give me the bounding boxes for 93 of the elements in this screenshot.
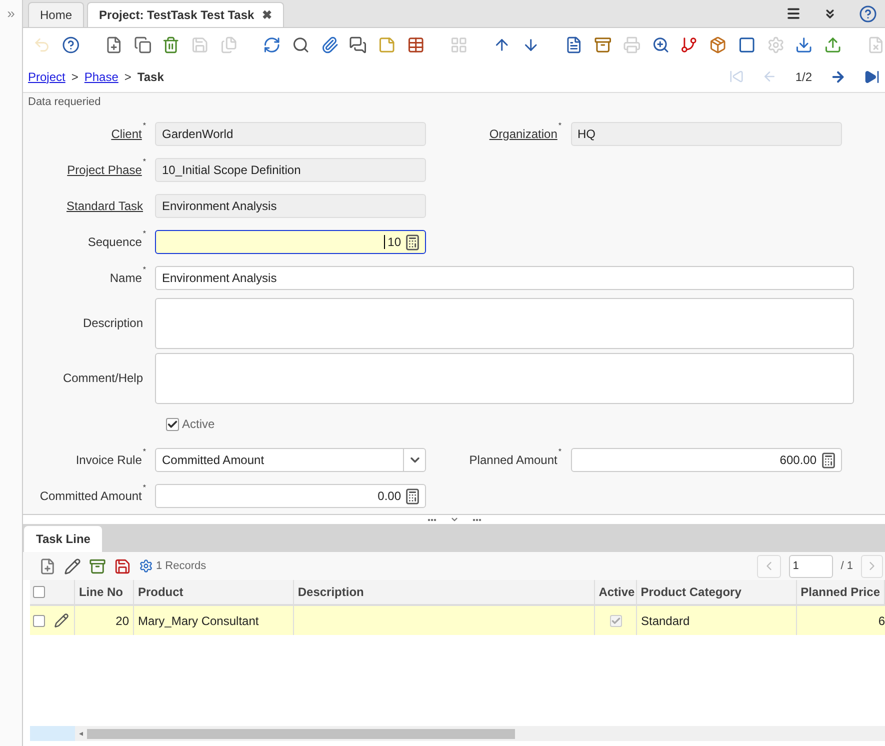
table-cell: 20 — [75, 606, 134, 635]
gear-icon[interactable] — [139, 559, 153, 573]
window-tab[interactable]: Project: TestTask Test Task ✖ — [87, 2, 284, 27]
new-record-icon[interactable] — [39, 558, 56, 574]
field-label[interactable]: Project Phase — [67, 161, 142, 179]
readonly-field: Environment Analysis — [155, 194, 426, 218]
new-document-icon[interactable] — [105, 34, 123, 54]
breadcrumb-link[interactable]: Project — [28, 68, 66, 86]
calculator-icon[interactable] — [820, 452, 836, 468]
zoom-icon[interactable] — [652, 34, 670, 54]
scroll-left-arrow[interactable]: ◂ — [79, 728, 83, 740]
column-header[interactable]: Product Category — [636, 580, 797, 604]
next-record-icon[interactable] — [830, 68, 846, 84]
select-all-checkbox[interactable] — [32, 586, 45, 598]
field-label: Name — [110, 270, 142, 287]
upload-icon[interactable] — [824, 34, 842, 54]
required-mark: * — [558, 122, 562, 130]
help-icon[interactable] — [62, 34, 80, 54]
calculator-icon[interactable] — [404, 234, 421, 250]
readonly-field: GardenWorld — [155, 122, 426, 146]
window-tab[interactable]: Home — [28, 2, 84, 27]
save-icon[interactable] — [114, 558, 131, 574]
workflow-icon[interactable] — [680, 34, 698, 54]
field-label: Comment/Help — [62, 370, 143, 387]
record-position: 1/2 — [795, 68, 812, 86]
column-header[interactable]: Planned Price — [796, 580, 885, 604]
paperclip-icon[interactable] — [320, 34, 338, 54]
square-icon[interactable] — [738, 34, 756, 54]
dropdown-field[interactable]: Committed Amount — [155, 448, 426, 472]
horizontal-scrollbar[interactable]: ◂ — [75, 726, 885, 741]
field-label[interactable]: Organization — [489, 125, 558, 143]
scrollbar-corner — [30, 726, 75, 741]
table-row[interactable]: 20 Mary_Mary Consultant Standard 6 — [30, 606, 885, 635]
column-header[interactable]: Active — [594, 580, 637, 604]
breadcrumb-separator: > — [71, 68, 78, 86]
field-label[interactable]: Standard Task — [66, 197, 143, 215]
edit-record-icon[interactable] — [64, 558, 81, 574]
chat-icon[interactable] — [349, 34, 368, 54]
checkbox-label: Active — [182, 416, 215, 433]
field-label: Planned Amount — [469, 452, 558, 469]
readonly-field: 10_Initial Scope Definition — [155, 158, 426, 182]
number-field[interactable]: 600.00 — [570, 448, 842, 472]
product-icon[interactable] — [709, 34, 727, 54]
copy-icon[interactable] — [134, 34, 152, 54]
required-mark: * — [558, 448, 562, 456]
report-icon[interactable] — [565, 34, 584, 54]
archive-icon[interactable] — [89, 558, 106, 574]
refresh-icon[interactable] — [263, 34, 281, 54]
required-mark: * — [142, 158, 146, 166]
checkbox[interactable] — [166, 418, 179, 430]
detail-tab[interactable]: Task Line — [24, 526, 102, 552]
records-count: 1 Records — [156, 558, 206, 574]
table-icon[interactable] — [406, 34, 425, 54]
table-cell: Standard — [637, 606, 797, 635]
required-mark: * — [142, 230, 146, 238]
required-mark: * — [142, 122, 146, 130]
required-mark: * — [142, 266, 146, 274]
number-field[interactable]: 10 — [155, 230, 426, 254]
download-icon[interactable] — [795, 34, 814, 54]
required-mark: * — [142, 484, 146, 492]
page-field[interactable]: 1 — [788, 554, 833, 578]
scrollbar-thumb[interactable] — [87, 728, 515, 738]
status-message: Data requeried — [28, 94, 101, 110]
menu-icon[interactable] — [786, 6, 801, 21]
page-total: / 1 — [840, 558, 853, 574]
table-cell: Mary_Mary Consultant — [134, 606, 294, 635]
help-icon[interactable] — [859, 4, 877, 22]
breadcrumb-current: Task — [137, 68, 164, 86]
column-header[interactable]: Line No — [74, 580, 134, 604]
last-record-icon[interactable] — [864, 68, 880, 84]
number-field[interactable]: 0.00 — [155, 484, 426, 508]
field-label: Sequence — [88, 234, 142, 251]
collapse-icon[interactable] — [450, 515, 458, 524]
readonly-field: HQ — [570, 122, 842, 146]
archive-icon[interactable] — [594, 34, 612, 54]
field-label: Description — [82, 315, 143, 332]
required-mark: * — [142, 448, 146, 456]
chevrons-down-icon[interactable] — [823, 6, 837, 20]
field-label: Invoice Rule — [76, 452, 142, 469]
column-header[interactable]: Product — [134, 580, 294, 604]
trash-icon[interactable] — [162, 34, 180, 54]
breadcrumb-link[interactable]: Phase — [84, 68, 118, 86]
column-header[interactable]: Description — [294, 580, 595, 604]
search-icon[interactable] — [292, 34, 310, 54]
breadcrumb-separator: > — [124, 68, 132, 86]
edit-row-icon[interactable] — [54, 613, 68, 628]
input-field[interactable]: Environment Analysis — [155, 266, 854, 290]
table-cell-text: 6 — [877, 612, 885, 630]
row-checkbox[interactable] — [33, 614, 45, 626]
calculator-icon[interactable] — [404, 488, 421, 504]
close-button[interactable]: ✖ — [262, 6, 272, 24]
field-label: Committed Amount — [40, 488, 142, 505]
field-label[interactable]: Client — [111, 125, 142, 143]
